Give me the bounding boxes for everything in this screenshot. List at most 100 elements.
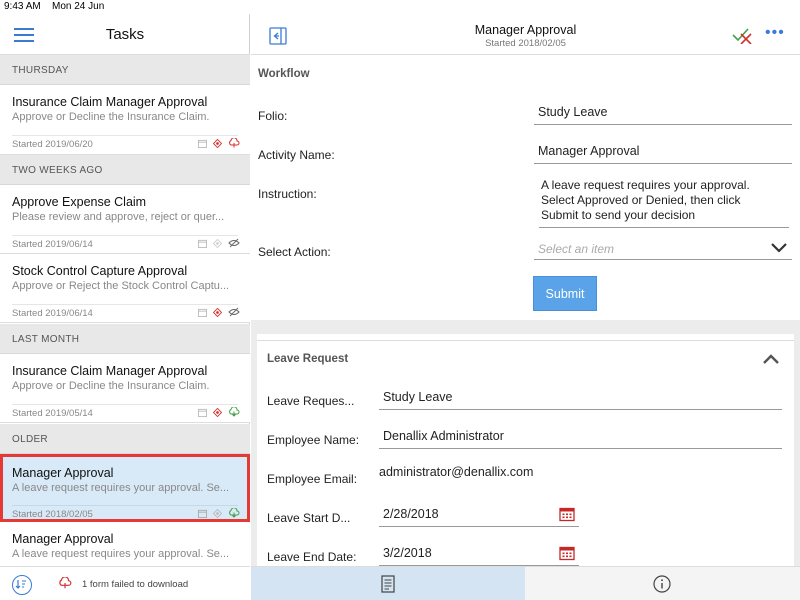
- leave-start-value: 2/28/2018: [383, 507, 439, 521]
- section-header: TWO WEEKS AGO: [0, 155, 250, 185]
- task-description: A leave request requires your approval. …: [12, 548, 230, 560]
- cloud-download-icon: [229, 407, 240, 417]
- calendar-icon: [198, 308, 207, 317]
- task-title: Manager Approval: [12, 466, 114, 480]
- task-status-icons: [198, 138, 240, 148]
- task-date: Started 2019/05/14: [12, 408, 93, 419]
- task-date: Started 2019/06/14: [12, 308, 93, 319]
- task-item[interactable]: Stock Control Capture Approval Approve o…: [0, 254, 250, 323]
- calendar-icon[interactable]: [559, 545, 575, 561]
- select-action-placeholder: Select an item: [538, 242, 615, 256]
- tab-info[interactable]: [525, 567, 800, 600]
- task-status-icons: [198, 238, 240, 248]
- select-action-dropdown[interactable]: Select an item: [534, 238, 792, 260]
- chevron-down-icon: [771, 243, 787, 253]
- tasks-footer: 1 form failed to download: [0, 566, 250, 600]
- tab-form[interactable]: [251, 567, 525, 600]
- submit-button[interactable]: Submit: [533, 276, 597, 311]
- leave-end-value: 3/2/2018: [383, 546, 432, 560]
- divider: [794, 334, 800, 566]
- page-title: Manager Approval: [474, 23, 577, 37]
- sort-icon[interactable]: [12, 575, 32, 595]
- priority-high-icon: [213, 407, 222, 417]
- page-subtitle: Started 2018/02/05: [485, 38, 566, 49]
- instruction-line: A leave request requires your approval.: [541, 178, 750, 192]
- task-date: Started 2019/06/14: [12, 239, 93, 250]
- detail-header: Manager Approval Started 2018/02/05 •••: [251, 14, 800, 55]
- task-description: Approve or Decline the Insurance Claim.: [12, 380, 210, 392]
- priority-high-icon: [213, 138, 222, 148]
- employee-email-label: Employee Email:: [267, 472, 358, 486]
- calendar-icon: [198, 509, 207, 518]
- leave-end-label: Leave End Date:: [267, 550, 357, 564]
- task-title: Approve Expense Claim: [12, 195, 147, 209]
- employee-email-value: administrator@denallix.com: [379, 465, 534, 479]
- task-status-icons: [198, 307, 240, 317]
- cloud-error-icon[interactable]: [58, 577, 72, 589]
- task-item-selected[interactable]: Manager Approval A leave request require…: [0, 454, 250, 522]
- leave-type-field[interactable]: Study Leave: [379, 388, 782, 410]
- task-date: Started 2019/06/20: [12, 139, 93, 150]
- instruction-field[interactable]: A leave request requires your approval. …: [539, 178, 789, 228]
- calendar-icon: [198, 139, 207, 148]
- eye-off-icon: [228, 238, 240, 248]
- section-header: LAST MONTH: [0, 324, 250, 354]
- approve-decline-icon[interactable]: [731, 26, 753, 44]
- task-description: Approve or Decline the Insurance Claim.: [12, 111, 210, 123]
- tasks-header: Tasks: [0, 14, 250, 55]
- task-item[interactable]: Manager Approval A leave request require…: [0, 522, 250, 566]
- task-description: Approve or Reject the Stock Control Capt…: [12, 280, 230, 292]
- folio-field[interactable]: Study Leave: [534, 103, 792, 125]
- task-title: Insurance Claim Manager Approval: [12, 95, 208, 109]
- select-action-label: Select Action:: [258, 245, 331, 259]
- calendar-icon: [198, 239, 207, 248]
- employee-name-field[interactable]: Denallix Administrator: [379, 427, 782, 449]
- more-options-icon[interactable]: •••: [765, 24, 785, 42]
- folio-label: Folio:: [258, 109, 288, 123]
- calendar-icon: [198, 408, 207, 417]
- section-header: THURSDAY: [0, 55, 250, 85]
- task-status-icons: [198, 407, 240, 417]
- tasks-panel: Tasks THURSDAY Insurance Claim Manager A…: [0, 14, 250, 600]
- task-title: Stock Control Capture Approval: [12, 264, 188, 278]
- task-description: Please review and approve, reject or que…: [12, 211, 225, 223]
- status-time: 9:43 AM: [4, 1, 41, 12]
- task-item[interactable]: Insurance Claim Manager Approval Approve…: [0, 85, 250, 155]
- priority-high-icon: [213, 307, 222, 317]
- activity-name-field[interactable]: Manager Approval: [534, 142, 792, 164]
- leave-request-header: Leave Request: [267, 353, 349, 365]
- task-title: Manager Approval: [12, 532, 114, 546]
- leave-start-field[interactable]: 2/28/2018: [379, 505, 579, 527]
- task-status-icons: [198, 508, 240, 518]
- info-icon: [653, 575, 671, 593]
- workflow-header: Workflow: [258, 68, 310, 80]
- task-item[interactable]: Insurance Claim Manager Approval Approve…: [0, 354, 250, 423]
- form-document-icon: [381, 575, 395, 593]
- activity-name-label: Activity Name:: [258, 148, 335, 162]
- divider: [251, 320, 800, 334]
- download-failed-text[interactable]: 1 form failed to download: [82, 579, 188, 590]
- section-header: OLDER: [0, 424, 250, 454]
- detail-footer: [251, 566, 800, 600]
- task-item[interactable]: Approve Expense Claim Please review and …: [0, 185, 250, 254]
- instruction-line: Submit to send your decision: [541, 208, 696, 222]
- status-bar: 9:43 AM Mon 24 Jun 7%: [0, 0, 800, 587]
- leave-request-card: Leave Request Leave Reques... Study Leav…: [257, 340, 794, 566]
- eye-off-icon: [228, 307, 240, 317]
- chevron-up-icon[interactable]: [762, 353, 780, 365]
- leave-end-field[interactable]: 3/2/2018: [379, 544, 579, 566]
- instruction-line: Select Approved or Denied, then click: [541, 193, 741, 207]
- tasks-title: Tasks: [105, 26, 145, 43]
- detail-panel: Manager Approval Started 2018/02/05 ••• …: [251, 14, 800, 600]
- priority-normal-icon: [213, 508, 222, 518]
- status-date: Mon 24 Jun: [52, 1, 105, 12]
- instruction-label: Instruction:: [258, 187, 317, 201]
- task-description: A leave request requires your approval. …: [12, 482, 230, 494]
- task-title: Insurance Claim Manager Approval: [12, 364, 208, 378]
- priority-normal-icon: [213, 238, 222, 248]
- task-date: Started 2018/02/05: [12, 509, 93, 520]
- leave-start-label: Leave Start D...: [267, 511, 351, 525]
- cloud-download-icon: [229, 508, 240, 518]
- calendar-icon[interactable]: [559, 506, 575, 522]
- leave-type-label: Leave Reques...: [267, 394, 355, 408]
